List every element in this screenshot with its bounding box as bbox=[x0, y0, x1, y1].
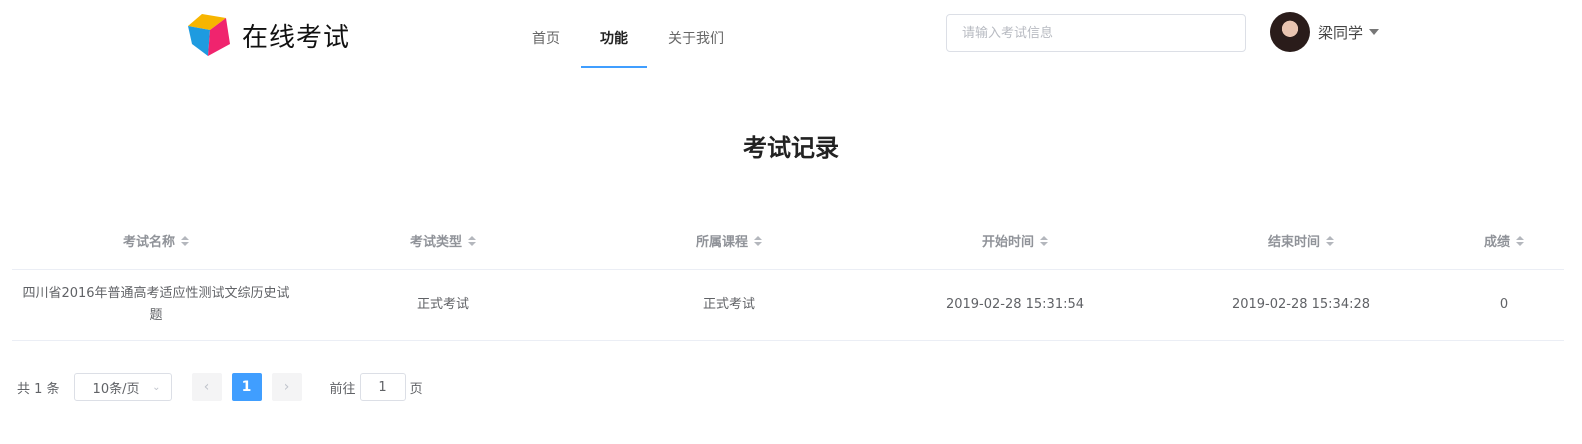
user-name: 梁同学 bbox=[1318, 23, 1364, 42]
page-title: 考试记录 bbox=[743, 134, 839, 162]
sort-icon[interactable] bbox=[1040, 235, 1048, 246]
cell-course: 正式考试 bbox=[702, 297, 755, 312]
cell-exam-type: 正式考试 bbox=[416, 297, 469, 312]
goto-page-input[interactable] bbox=[359, 373, 406, 401]
nav-item-home[interactable]: 首页 bbox=[513, 0, 579, 68]
table-header: 考试名称 考试类型 所属课程 开始时间 结束时间 成绩 bbox=[12, 212, 1564, 270]
total-count: 共 1 条 bbox=[17, 381, 60, 397]
user-menu[interactable]: 梁同学 bbox=[1270, 12, 1380, 52]
nav-item-about[interactable]: 关于我们 bbox=[649, 0, 743, 68]
sort-icon[interactable] bbox=[1326, 235, 1334, 246]
column-header-start-time[interactable]: 开始时间 bbox=[872, 212, 1158, 269]
search-input[interactable] bbox=[946, 14, 1246, 52]
column-header-exam-type[interactable]: 考试类型 bbox=[300, 212, 586, 269]
page-number-button[interactable]: 1 bbox=[231, 373, 262, 401]
chevron-down-icon: ⌄ bbox=[152, 381, 161, 393]
column-label: 结束时间 bbox=[1267, 235, 1320, 250]
main-nav: 首页 功能 关于我们 bbox=[513, 0, 745, 70]
avatar bbox=[1270, 12, 1310, 52]
sort-icon[interactable] bbox=[181, 235, 189, 246]
page-size-select[interactable]: 10条/页 ⌄ bbox=[73, 373, 172, 401]
prev-page-button[interactable]: ‹ bbox=[191, 373, 222, 401]
top-header: 在线考试 首页 功能 关于我们 梁同学 bbox=[0, 0, 1582, 70]
goto-suffix: 页 bbox=[409, 381, 423, 397]
column-label: 开始时间 bbox=[981, 235, 1034, 250]
cell-exam-name: 四川省2016年普通高考适应性测试文综历史试题 bbox=[22, 286, 290, 323]
cell-end-time: 2019-02-28 15:34:28 bbox=[1231, 297, 1371, 312]
exam-record-table: 考试名称 考试类型 所属课程 开始时间 结束时间 成绩 四川省2016年普通高考… bbox=[12, 212, 1564, 341]
next-page-button[interactable]: › bbox=[271, 373, 302, 401]
column-header-score[interactable]: 成绩 bbox=[1444, 212, 1564, 269]
logo-text: 在线考试 bbox=[242, 22, 351, 53]
cell-score: 0 bbox=[1499, 297, 1509, 312]
sort-icon[interactable] bbox=[754, 235, 762, 246]
sort-icon[interactable] bbox=[468, 235, 476, 246]
pagination: 共 1 条 10条/页 ⌄ ‹ 1 › 前往 页 bbox=[17, 372, 423, 402]
column-label: 考试名称 bbox=[122, 235, 175, 250]
column-header-course[interactable]: 所属课程 bbox=[586, 212, 872, 269]
nav-item-features[interactable]: 功能 bbox=[581, 0, 647, 68]
logo[interactable]: 在线考试 bbox=[184, 10, 350, 60]
sort-icon[interactable] bbox=[1516, 235, 1524, 246]
column-header-exam-name[interactable]: 考试名称 bbox=[12, 212, 300, 269]
page-size-value: 10条/页 bbox=[92, 381, 140, 397]
column-label: 成绩 bbox=[1483, 235, 1510, 250]
caret-down-icon bbox=[1369, 29, 1380, 35]
column-header-end-time[interactable]: 结束时间 bbox=[1158, 212, 1444, 269]
table-row[interactable]: 四川省2016年普通高考适应性测试文综历史试题 正式考试 正式考试 2019-0… bbox=[12, 270, 1564, 341]
cube-logo-icon bbox=[188, 14, 230, 56]
column-label: 考试类型 bbox=[409, 235, 462, 250]
goto-label: 前往 bbox=[329, 381, 356, 397]
cell-start-time: 2019-02-28 15:31:54 bbox=[945, 297, 1085, 312]
column-label: 所属课程 bbox=[695, 235, 748, 250]
